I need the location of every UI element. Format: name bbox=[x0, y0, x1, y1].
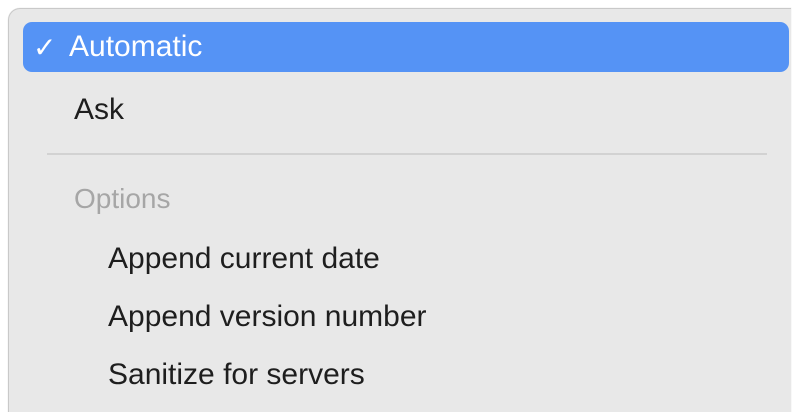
dropdown-menu: ✓ Automatic Ask Options Append current d… bbox=[8, 8, 791, 412]
menu-item-ask[interactable]: Ask bbox=[23, 85, 791, 135]
checkmark-icon: ✓ bbox=[33, 31, 57, 63]
menu-item-append-current-date[interactable]: Append current date bbox=[108, 237, 380, 281]
section-header-options: Options bbox=[74, 183, 171, 214]
menu-item-automatic[interactable]: ✓ Automatic bbox=[23, 22, 789, 72]
menu-item-append-version-number[interactable]: Append version number bbox=[108, 295, 427, 339]
menu-item-label: Ask bbox=[74, 93, 125, 126]
menu-item-label: Automatic bbox=[69, 30, 203, 63]
menu-divider bbox=[47, 153, 767, 155]
menu-item-sanitize-for-servers[interactable]: Sanitize for servers bbox=[108, 353, 365, 397]
